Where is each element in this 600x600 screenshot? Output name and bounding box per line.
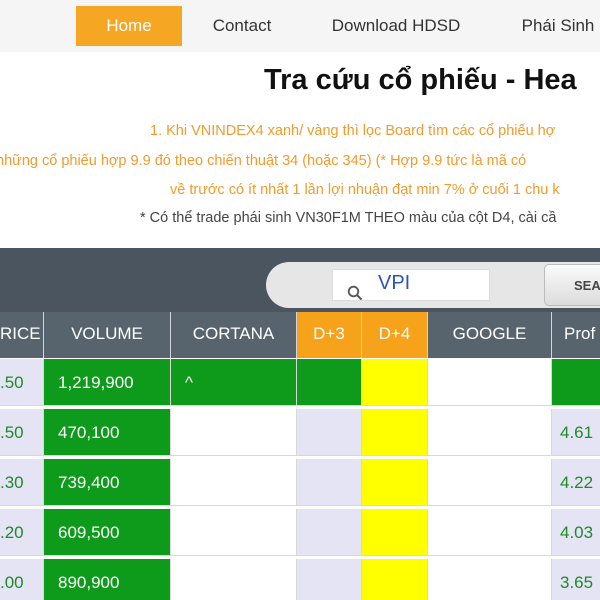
table-row-3-volume: 609,500: [44, 509, 171, 556]
table-row-1-profit: 4.61: [552, 409, 600, 456]
table-row-2-profit: 4.22: [552, 459, 600, 506]
col-header-d4[interactable]: D+4: [362, 312, 428, 358]
table-row-4-price: .00: [0, 559, 44, 600]
table-row-1-price: .50: [0, 409, 44, 456]
table-row-4-google: [428, 559, 552, 600]
table-row-1-cortana: [171, 409, 297, 456]
table-row-0-profit: [552, 359, 600, 406]
table-row-2-volume: 739,400: [44, 459, 171, 506]
col-header-google[interactable]: GOOGLE: [428, 312, 552, 358]
table-row-2-d3: [297, 459, 362, 506]
nav-phai-sinh[interactable]: Phái Sinh: [508, 6, 600, 46]
table-row-1-google: [428, 409, 552, 456]
instruction-line-3: về trước có ít nhất 1 lần lợi nhuận đạt …: [170, 182, 560, 198]
search-button-label: SEA: [574, 278, 600, 293]
search-icon: [347, 285, 363, 301]
table-row-4-cortana: [171, 559, 297, 600]
table-row-4-profit: 3.65: [552, 559, 600, 600]
col-header-d3[interactable]: D+3: [297, 312, 362, 358]
table-row-3-price: .20: [0, 509, 44, 556]
search-input-value: VPI: [378, 272, 411, 294]
table-row-4-volume: 890,900: [44, 559, 171, 600]
nav-download-hdsd[interactable]: Download HDSD: [318, 6, 474, 46]
col-header-cortana[interactable]: CORTANA: [171, 312, 297, 358]
table-row-2-price: .30: [0, 459, 44, 506]
table-row-4-d4: [362, 559, 428, 600]
table-row-0-volume: 1,219,900: [44, 359, 171, 406]
table-row-3-d3: [297, 509, 362, 556]
table-row-3-profit: 4.03: [552, 509, 600, 556]
table-row-0-google: [428, 359, 552, 406]
nav-contact[interactable]: Contact: [196, 6, 288, 46]
table-row-4-d3: [297, 559, 362, 600]
col-header-price[interactable]: RICE: [0, 312, 44, 358]
table-row-2-google: [428, 459, 552, 506]
col-header-profit[interactable]: Prof: [552, 312, 600, 358]
table-row-3-google: [428, 509, 552, 556]
table-row-1-volume: 470,100: [44, 409, 171, 456]
instruction-line-2: những cổ phiếu hợp 9.9 đó theo chiến thu…: [0, 153, 527, 169]
table-row-2-cortana: [171, 459, 297, 506]
table-row-0-cortana: ^: [171, 359, 297, 406]
instruction-line-4: * Có thể trade phái sinh VN30F1M THEO mà…: [140, 210, 557, 226]
table-row-0-price: .50: [0, 359, 44, 406]
table-row-1-d3: [297, 409, 362, 456]
nav-home[interactable]: Home: [76, 6, 182, 46]
top-nav: Home Contact Download HDSD Phái Sinh: [0, 0, 600, 52]
table-row-0-d4: [362, 359, 428, 406]
table-row-3-d4: [362, 509, 428, 556]
table-row-2-d4: [362, 459, 428, 506]
col-header-volume[interactable]: VOLUME: [44, 312, 171, 358]
page-title: Tra cứu cổ phiếu - Hea: [264, 64, 577, 96]
table-row-3-cortana: [171, 509, 297, 556]
table-row-1-d4: [362, 409, 428, 456]
instruction-line-1: 1. Khi VNINDEX4 xanh/ vàng thì lọc Board…: [150, 123, 556, 139]
table-row-0-d3: [297, 359, 362, 406]
